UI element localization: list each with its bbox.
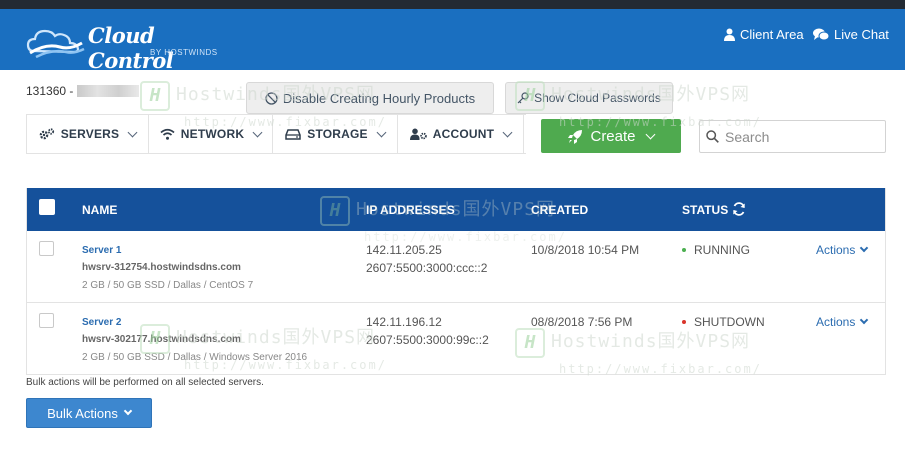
server-spec: 2 GB / 50 GB SSD / Dallas / CentOS 7	[82, 280, 254, 291]
top-strip	[0, 0, 905, 9]
chevron-down-icon	[645, 129, 655, 139]
chat-bubbles-icon	[813, 28, 829, 41]
search-input[interactable]	[725, 128, 875, 145]
account-id-text: 131360 -	[26, 84, 74, 98]
nav-network[interactable]: NETWORK	[149, 115, 273, 153]
col-ip-addresses[interactable]: IP ADDRESSES	[366, 203, 455, 217]
disable-hourly-label: Disable Creating Hourly Products	[282, 90, 476, 106]
chevron-down-icon	[252, 127, 263, 137]
gears-icon	[39, 128, 54, 140]
server-hostname: hwsrv-302177.hostwindsdns.com	[82, 334, 241, 345]
server-hostname: hwsrv-312754.hostwindsdns.com	[82, 262, 241, 273]
table-row: Server 2 hwsrv-302177.hostwindsdns.com 2…	[27, 303, 885, 375]
server-spec: 2 GB / 50 GB SSD / Dallas / Windows Serv…	[82, 352, 308, 363]
status-indicator: SHUTDOWN	[682, 315, 765, 329]
drive-icon	[285, 128, 301, 140]
rocket-icon	[568, 129, 583, 144]
search-box[interactable]	[699, 120, 886, 153]
chevron-down-icon	[860, 315, 869, 325]
status-text: RUNNING	[694, 243, 750, 257]
status-indicator: RUNNING	[682, 243, 750, 257]
bulk-actions-note: Bulk actions will be performed on all se…	[26, 377, 264, 388]
created-date: 08/8/2018 7:56 PM	[531, 315, 633, 329]
watermark-badge: H	[140, 80, 170, 111]
table-row: Server 1 hwsrv-312754.hostwindsdns.com 2…	[27, 231, 885, 303]
create-label: Create	[590, 127, 636, 145]
server-name-link[interactable]: Server 1	[82, 245, 121, 256]
live-chat-link[interactable]: Live Chat	[813, 27, 889, 42]
app-header: Cloud Control BY HOSTWINDS Client Area L…	[0, 9, 905, 73]
status-dot-icon	[682, 320, 686, 324]
table-header: NAME IP ADDRESSES CREATED STATUS	[27, 188, 885, 231]
refresh-icon[interactable]	[732, 202, 746, 216]
cloud-control-logo[interactable]: Cloud Control BY HOSTWINDS	[26, 19, 226, 73]
ban-icon	[265, 91, 278, 105]
account-id: 131360 -	[26, 84, 140, 98]
show-passwords-label: Show Cloud Passwords	[534, 91, 661, 105]
user-gear-icon	[409, 128, 427, 140]
chevron-down-icon	[123, 406, 133, 416]
nav-network-label: NETWORK	[180, 127, 245, 141]
client-area-label: Client Area	[740, 27, 804, 42]
col-name[interactable]: NAME	[82, 203, 117, 217]
nav-servers-label: SERVERS	[60, 127, 120, 141]
main-nav: SERVERS NETWORK STORAGE ACCOUNT	[26, 114, 526, 154]
nav-storage[interactable]: STORAGE	[273, 115, 398, 153]
brand-subtitle: BY HOSTWINDS	[150, 48, 218, 57]
actions-dropdown[interactable]: Actions	[816, 315, 869, 329]
status-dot-icon	[682, 248, 686, 252]
disable-hourly-button[interactable]: Disable Creating Hourly Products	[246, 82, 494, 114]
ipv6-address: 2607:5500:3000:ccc::2	[366, 261, 488, 275]
cloud-logo-icon	[26, 29, 85, 59]
key-icon	[517, 92, 529, 104]
bulk-actions-label: Bulk Actions	[47, 405, 118, 421]
user-icon	[724, 28, 735, 41]
chevron-down-icon	[376, 127, 387, 137]
col-created[interactable]: CREATED	[531, 203, 588, 217]
server-name-link[interactable]: Server 2	[82, 317, 121, 328]
wifi-icon	[160, 128, 175, 140]
bulk-actions-button[interactable]: Bulk Actions	[26, 398, 152, 428]
nav-account-label: ACCOUNT	[432, 127, 495, 141]
status-text: SHUTDOWN	[694, 315, 765, 329]
create-button[interactable]: Create	[541, 119, 681, 153]
show-passwords-button[interactable]: Show Cloud Passwords	[505, 82, 673, 114]
chevron-down-icon	[127, 127, 138, 137]
redacted-account-name	[77, 85, 140, 97]
chevron-down-icon	[860, 243, 869, 253]
actions-dropdown[interactable]: Actions	[816, 243, 869, 257]
client-area-link[interactable]: Client Area	[724, 27, 804, 42]
select-all-checkbox[interactable]	[39, 199, 55, 215]
servers-table: NAME IP ADDRESSES CREATED STATUS Server …	[26, 188, 886, 375]
col-status[interactable]: STATUS	[682, 203, 728, 217]
search-icon	[706, 130, 719, 143]
chevron-down-icon	[502, 127, 513, 137]
nav-storage-label: STORAGE	[307, 127, 368, 141]
ipv4-address: 142.11.205.25	[366, 243, 442, 257]
actions-label: Actions	[816, 243, 856, 257]
row-checkbox[interactable]	[39, 313, 54, 328]
live-chat-label: Live Chat	[834, 27, 889, 42]
ipv4-address: 142.11.196.12	[366, 315, 442, 329]
created-date: 10/8/2018 10:54 PM	[531, 243, 640, 257]
actions-label: Actions	[816, 315, 856, 329]
ipv6-address: 2607:5500:3000:99c::2	[366, 333, 489, 347]
nav-servers[interactable]: SERVERS	[26, 115, 149, 153]
nav-account[interactable]: ACCOUNT	[398, 115, 524, 153]
row-checkbox[interactable]	[39, 241, 54, 256]
